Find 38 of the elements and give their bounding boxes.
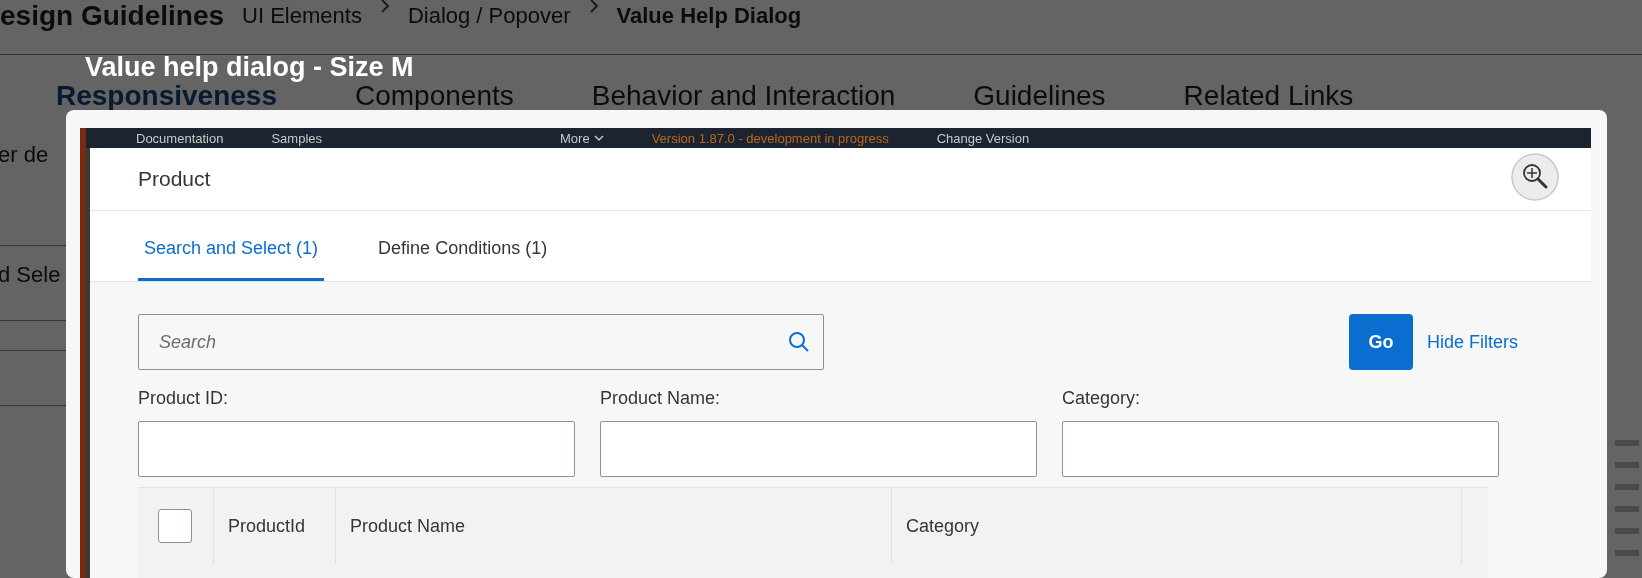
breadcrumb-link[interactable]: Dialog / Popover [407,5,571,27]
header-link[interactable]: More [560,130,590,146]
hide-filters-link[interactable]: Hide Filters [1426,331,1518,353]
version-label: Version 1.87.0 - development in progress [651,130,889,146]
list-row [1615,506,1639,512]
page-tab[interactable]: Behavior and Interaction [591,79,896,113]
filter-label: Category: [1062,388,1142,409]
header-link[interactable]: Documentation [136,130,224,146]
list-row [1615,440,1639,446]
page-tab[interactable]: Related Links [1183,79,1354,113]
column-header[interactable]: Product Name [350,515,466,537]
header-link[interactable]: Change Version [936,130,1030,146]
list-row [1615,550,1639,556]
dialog-tab[interactable]: Define Conditions (1) [372,211,554,281]
filter-input[interactable] [138,421,575,477]
zoom-in-icon[interactable] [1510,152,1560,202]
filter-label: Product ID: [138,388,230,409]
chevron-down-icon [593,134,604,142]
header-link[interactable]: Samples [271,130,323,146]
column-header[interactable]: ProductId [228,515,306,537]
dialog-title: Product [138,167,211,191]
go-button[interactable]: Go [1348,314,1413,370]
search-icon [788,331,810,353]
filter-input[interactable] [600,421,1037,477]
list-row [1615,462,1639,468]
page-tab[interactable]: Guidelines [973,79,1106,113]
column-header[interactable]: Category [906,515,980,537]
breadcrumb-current: Value Help Dialog [616,5,802,27]
chevron-right-icon [379,0,390,14]
filter-label: Product Name: [600,388,722,409]
breadcrumb-link[interactable]: UI Elements [242,5,362,27]
list-row [1615,528,1639,534]
filter-input[interactable] [1062,421,1499,477]
chevron-right-icon [588,0,599,14]
search-field[interactable]: Search [138,314,824,370]
list-row [1615,484,1639,490]
select-all-checkbox[interactable] [158,509,192,543]
site-title: esign Guidelines [0,0,225,32]
